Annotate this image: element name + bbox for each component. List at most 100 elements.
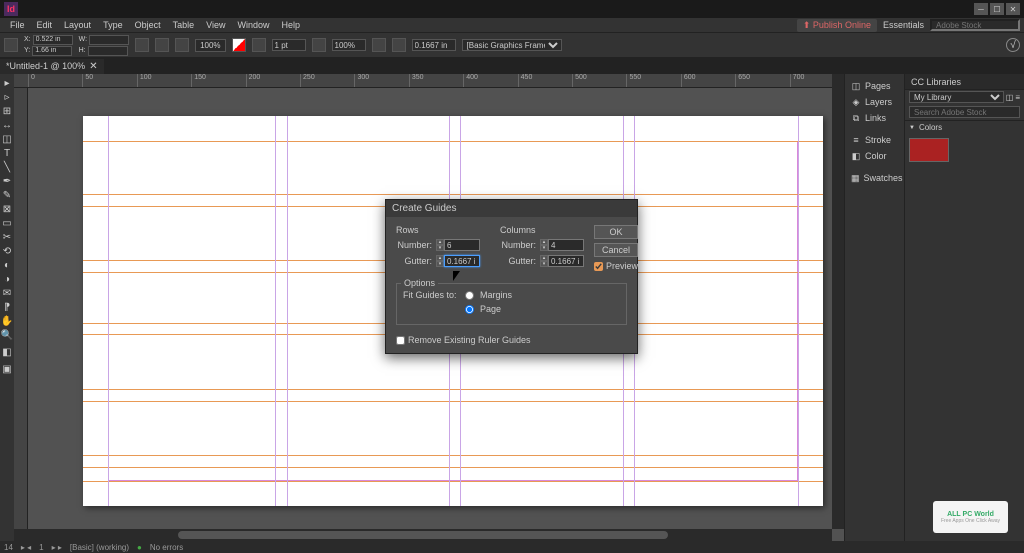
rectangle-tool-icon[interactable]: ▭ — [0, 216, 14, 230]
scale-field[interactable] — [332, 39, 366, 51]
rotate-icon[interactable] — [135, 38, 149, 52]
vertical-scrollbar[interactable] — [832, 74, 844, 529]
swatches-panel-button[interactable]: ▦Swatches — [845, 170, 904, 186]
row-guide[interactable] — [83, 141, 823, 142]
reference-point-icon[interactable] — [4, 38, 18, 52]
effects-icon[interactable] — [312, 38, 326, 52]
menu-table[interactable]: Table — [167, 20, 201, 30]
help-icon[interactable]: √ — [1006, 38, 1020, 52]
pages-panel-button[interactable]: ◫Pages — [845, 78, 904, 94]
col-guide[interactable] — [287, 116, 288, 506]
zoom-tool-icon[interactable]: 🔍 — [0, 328, 14, 342]
horizontal-ruler[interactable]: 0501001502002503003504004505005506006507… — [14, 74, 844, 88]
hand-tool-icon[interactable]: ✋ — [0, 314, 14, 328]
type-tool-icon[interactable]: T — [0, 146, 14, 160]
ok-button[interactable]: OK — [594, 225, 638, 239]
menu-view[interactable]: View — [200, 20, 231, 30]
menu-window[interactable]: Window — [231, 20, 275, 30]
frame-style-dropdown[interactable]: [Basic Graphics Frame] — [462, 39, 562, 51]
document-tab[interactable]: *Untitled-1 @ 100% ✕ — [0, 59, 104, 74]
eyedropper-tool-icon[interactable]: ⁋ — [0, 300, 14, 314]
menu-object[interactable]: Object — [129, 20, 167, 30]
align-icon[interactable] — [392, 38, 406, 52]
row-guide[interactable] — [83, 401, 823, 402]
menu-file[interactable]: File — [4, 20, 31, 30]
gradient-feather-icon[interactable]: ◑ — [0, 272, 14, 286]
cancel-button[interactable]: Cancel — [594, 243, 638, 257]
menu-layout[interactable]: Layout — [58, 20, 97, 30]
adobe-stock-search[interactable] — [930, 19, 1020, 31]
flip-h-icon[interactable] — [155, 38, 169, 52]
fill-icon[interactable] — [232, 38, 246, 52]
row-guide[interactable] — [83, 389, 823, 390]
flip-v-icon[interactable] — [175, 38, 189, 52]
row-guide[interactable] — [83, 481, 823, 482]
col-guide[interactable] — [798, 116, 799, 506]
publish-online-button[interactable]: ⬆ Publish Online — [797, 19, 877, 32]
pencil-tool-icon[interactable]: ✎ — [0, 188, 14, 202]
fill-stroke-icon[interactable]: ◧ — [0, 342, 14, 362]
close-window-button[interactable]: ✕ — [1006, 3, 1020, 15]
page-tool-icon[interactable]: ⊞ — [0, 104, 14, 118]
tab-label: *Untitled-1 @ 100% — [6, 61, 85, 71]
y-input[interactable] — [32, 46, 72, 56]
color-swatch[interactable] — [909, 138, 949, 162]
close-tab-icon[interactable]: ✕ — [89, 61, 97, 72]
zoom-level[interactable]: 100% — [195, 39, 225, 52]
x-input[interactable] — [33, 35, 73, 45]
scissors-tool-icon[interactable]: ✂ — [0, 230, 14, 244]
stroke-weight[interactable] — [272, 39, 306, 51]
cols-number-input[interactable] — [548, 239, 584, 251]
row-guide[interactable] — [83, 194, 823, 195]
w-input[interactable] — [89, 35, 129, 45]
color-panel-button[interactable]: ◧Color — [845, 148, 904, 164]
maximize-button[interactable]: ☐ — [990, 3, 1004, 15]
remove-existing-checkbox[interactable]: Remove Existing Ruler Guides — [396, 335, 627, 345]
pen-tool-icon[interactable]: ✒ — [0, 174, 14, 188]
fit-margins-radio[interactable] — [465, 291, 474, 300]
text-wrap-icon[interactable] — [372, 38, 386, 52]
gradient-swatch-icon[interactable]: ◐ — [0, 258, 14, 272]
library-dropdown[interactable]: My Library — [909, 91, 1004, 103]
horizontal-scrollbar[interactable] — [14, 529, 832, 541]
library-options-icon[interactable]: ◫ — [1006, 93, 1014, 102]
minimize-button[interactable]: ─ — [974, 3, 988, 15]
gap-tool-icon[interactable]: ↔ — [0, 118, 14, 132]
preflight-status[interactable]: No errors — [150, 543, 183, 552]
stroke-color-icon[interactable] — [252, 38, 266, 52]
app-icon: Id — [4, 2, 18, 16]
layers-panel-button[interactable]: ◈Layers — [845, 94, 904, 110]
stroke-panel-button[interactable]: ≡Stroke — [845, 132, 904, 148]
row-guide[interactable] — [83, 467, 823, 468]
rows-number-input[interactable] — [444, 239, 480, 251]
menu-help[interactable]: Help — [275, 20, 306, 30]
status-zoom[interactable]: 14 — [4, 543, 13, 552]
direct-selection-tool-icon[interactable]: ▹ — [0, 90, 14, 104]
menu-type[interactable]: Type — [97, 20, 129, 30]
row-guide[interactable] — [83, 455, 823, 456]
col-guide[interactable] — [108, 116, 109, 506]
rectangle-frame-tool-icon[interactable]: ⊠ — [0, 202, 14, 216]
content-collector-icon[interactable]: ◫ — [0, 132, 14, 146]
note-tool-icon[interactable]: ✉ — [0, 286, 14, 300]
line-tool-icon[interactable]: ╲ — [0, 160, 14, 174]
colors-section[interactable]: Colors — [905, 120, 1024, 134]
links-panel-button[interactable]: ⧉Links — [845, 110, 904, 126]
selection-tool-icon[interactable]: ▸ — [0, 76, 14, 90]
library-search[interactable] — [909, 106, 1020, 118]
h-input[interactable] — [88, 46, 128, 56]
gutter-control[interactable] — [412, 39, 456, 51]
view-mode-icon[interactable]: ▣ — [0, 362, 14, 376]
fit-page-radio[interactable] — [465, 305, 474, 314]
workspace-switcher[interactable]: Essentials — [883, 20, 924, 30]
rows-gutter-input[interactable] — [444, 255, 480, 267]
library-list-icon[interactable]: ≡ — [1015, 93, 1020, 102]
free-transform-icon[interactable]: ⟲ — [0, 244, 14, 258]
page-number[interactable]: 1 — [39, 543, 43, 552]
vertical-ruler[interactable] — [14, 88, 28, 553]
menu-edit[interactable]: Edit — [31, 20, 59, 30]
col-guide[interactable] — [275, 116, 276, 506]
cols-gutter-input[interactable] — [548, 255, 584, 267]
cc-libraries-tab[interactable]: CC Libraries — [905, 74, 1024, 90]
preview-checkbox[interactable]: Preview — [594, 261, 638, 271]
